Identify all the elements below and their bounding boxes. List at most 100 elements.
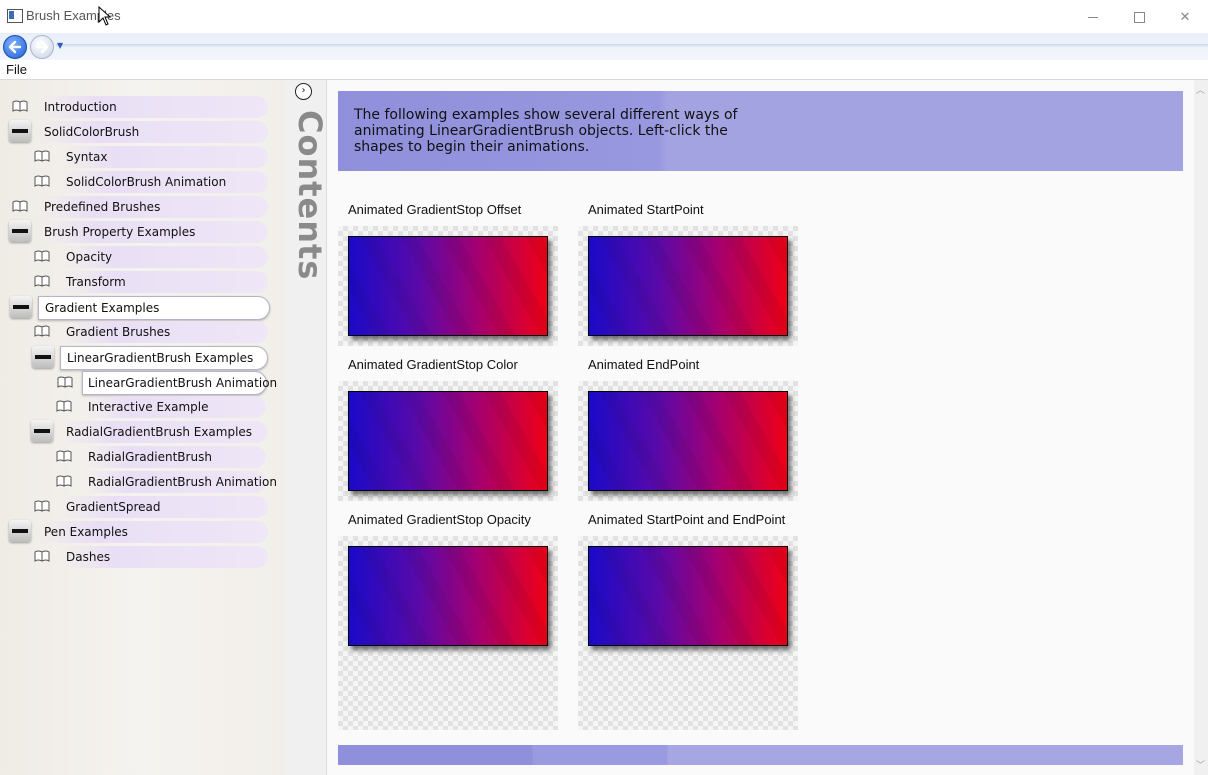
intro-text: The following examples show several diff… (354, 107, 738, 155)
tree-item-radialgradientbrush-examples[interactable]: RadialGradientBrush Examples (31, 420, 268, 443)
close-icon: ✕ (1179, 9, 1191, 25)
book-icon (56, 475, 72, 487)
tree-item-label: Gradient Examples (45, 301, 160, 315)
tree-item-label: Gradient Brushes (66, 325, 171, 339)
book-icon (34, 325, 50, 337)
tree-item-gradient-brushes[interactable]: Gradient Brushes (34, 321, 268, 343)
animated-gradient-rectangle[interactable] (348, 391, 548, 491)
tree-item-label: RadialGradientBrush Animation (88, 475, 277, 489)
app-icon (7, 9, 23, 23)
scroll-down-icon[interactable]: ﹀ (1196, 758, 1205, 771)
example-card-endpoint (578, 381, 798, 501)
tree-item-label: RadialGradientBrush Examples (66, 425, 253, 439)
nav-stripe (56, 44, 1208, 47)
vertical-scrollbar[interactable]: ︿ ﹀ (1194, 80, 1208, 775)
book-icon (12, 200, 28, 212)
tree-item-label: GradientSpread (66, 500, 161, 514)
collapse-folder-icon[interactable] (9, 520, 31, 542)
book-icon (12, 100, 28, 112)
book-icon (34, 275, 50, 287)
footer-bar (338, 745, 1183, 765)
tree-item-introduction[interactable]: Introduction (12, 96, 268, 118)
tree-item-syntax[interactable]: Syntax (34, 146, 268, 168)
tree-item-label: Opacity (66, 250, 113, 264)
book-icon (56, 400, 72, 412)
tree-item-label: Syntax (66, 150, 108, 164)
tree-item-label: Predefined Brushes (44, 200, 161, 214)
animated-gradient-rectangle[interactable] (588, 391, 788, 491)
tree-item-lineargradientbrush-animation[interactable]: LinearGradientBrush Animation (57, 371, 277, 395)
tree-item-radialgradientbrush[interactable]: RadialGradientBrush (56, 446, 266, 468)
tree-item-label: Interactive Example (88, 400, 209, 414)
example-title: Animated StartPoint and EndPoint (588, 512, 786, 527)
tree-item-interactive-example[interactable]: Interactive Example (56, 396, 266, 418)
tree-item-label: Transform (66, 275, 126, 289)
example-title: Animated GradientStop Color (348, 357, 518, 372)
collapse-folder-icon[interactable] (32, 346, 54, 368)
navigation-bar: ▼ (0, 33, 1208, 60)
example-title: Animated GradientStop Opacity (348, 512, 531, 527)
tree-item-label: LinearGradientBrush Examples (67, 351, 254, 365)
tree-item-radialgradientbrush-animation[interactable]: RadialGradientBrush Animation (56, 471, 277, 493)
collapse-folder-icon[interactable] (31, 420, 53, 442)
history-dropdown-icon[interactable]: ▼ (57, 41, 63, 50)
collapse-folder-icon[interactable] (9, 120, 31, 142)
tree-item-dashes[interactable]: Dashes (34, 546, 268, 568)
collapse-folder-icon[interactable] (10, 296, 32, 318)
tree-item-label: LinearGradientBrush Animation (88, 376, 278, 390)
back-button[interactable] (3, 35, 27, 59)
book-icon (57, 376, 73, 388)
forward-arrow-icon (35, 40, 49, 54)
book-icon (34, 150, 50, 162)
example-title: Animated StartPoint (588, 202, 704, 217)
contents-toggle-button[interactable]: › (295, 83, 312, 100)
forward-button[interactable] (30, 35, 54, 59)
scroll-up-icon[interactable]: ︿ (1196, 83, 1205, 96)
sidebar-tree: Introduction SolidColorBrush Syntax Soli… (0, 80, 284, 775)
menu-bar: File (0, 60, 1208, 80)
menu-file[interactable]: File (6, 62, 27, 77)
tree-item-brush-property-examples[interactable]: Brush Property Examples (9, 220, 268, 243)
intro-banner: The following examples show several diff… (338, 91, 1183, 171)
animated-gradient-rectangle[interactable] (348, 236, 548, 336)
chevron-right-icon: › (301, 85, 306, 96)
contents-label[interactable]: Contents (281, 110, 329, 280)
tree-item-gradientspread[interactable]: GradientSpread (34, 496, 268, 518)
tree-item-opacity[interactable]: Opacity (34, 246, 268, 268)
tree-item-predefined-brushes[interactable]: Predefined Brushes (12, 196, 268, 218)
example-card-gradientstop-color (338, 381, 558, 501)
mouse-cursor-icon (98, 6, 112, 26)
maximize-icon (1133, 11, 1145, 23)
animated-gradient-rectangle[interactable] (348, 546, 548, 646)
tree-item-gradient-examples[interactable]: Gradient Examples (10, 296, 270, 320)
book-icon (34, 500, 50, 512)
tree-item-label: Pen Examples (44, 525, 128, 539)
book-icon (34, 250, 50, 262)
collapse-folder-icon[interactable] (9, 220, 31, 242)
close-button[interactable]: ✕ (1162, 4, 1208, 30)
tree-item-pen-examples[interactable]: Pen Examples (9, 520, 268, 543)
book-icon (34, 175, 50, 187)
tree-item-lineargradientbrush-examples[interactable]: LinearGradientBrush Examples (32, 346, 268, 370)
tree-item-label: Brush Property Examples (44, 225, 196, 239)
book-icon (34, 550, 50, 562)
main-content: The following examples show several diff… (327, 80, 1194, 775)
tree-item-solidcolorbrush[interactable]: SolidColorBrush (9, 120, 268, 143)
tree-item-label: SolidColorBrush (44, 125, 140, 139)
minimize-icon (1088, 16, 1098, 18)
example-card-startpoint (578, 226, 798, 346)
tree-item-solidcolorbrush-animation[interactable]: SolidColorBrush Animation (34, 171, 268, 193)
tree-item-label: SolidColorBrush Animation (66, 175, 227, 189)
example-title: Animated GradientStop Offset (348, 202, 522, 217)
back-arrow-icon (8, 40, 22, 54)
tree-item-transform[interactable]: Transform (34, 271, 268, 293)
book-icon (56, 450, 72, 462)
animated-gradient-rectangle[interactable] (588, 236, 788, 336)
example-card-gradientstop-opacity (338, 536, 558, 730)
tree-item-label: RadialGradientBrush (88, 450, 212, 464)
animated-gradient-rectangle[interactable] (588, 546, 788, 646)
tree-item-label: Introduction (44, 100, 117, 114)
minimize-button[interactable] (1070, 4, 1116, 30)
example-card-gradientstop-offset (338, 226, 558, 346)
maximize-button[interactable] (1116, 4, 1162, 30)
